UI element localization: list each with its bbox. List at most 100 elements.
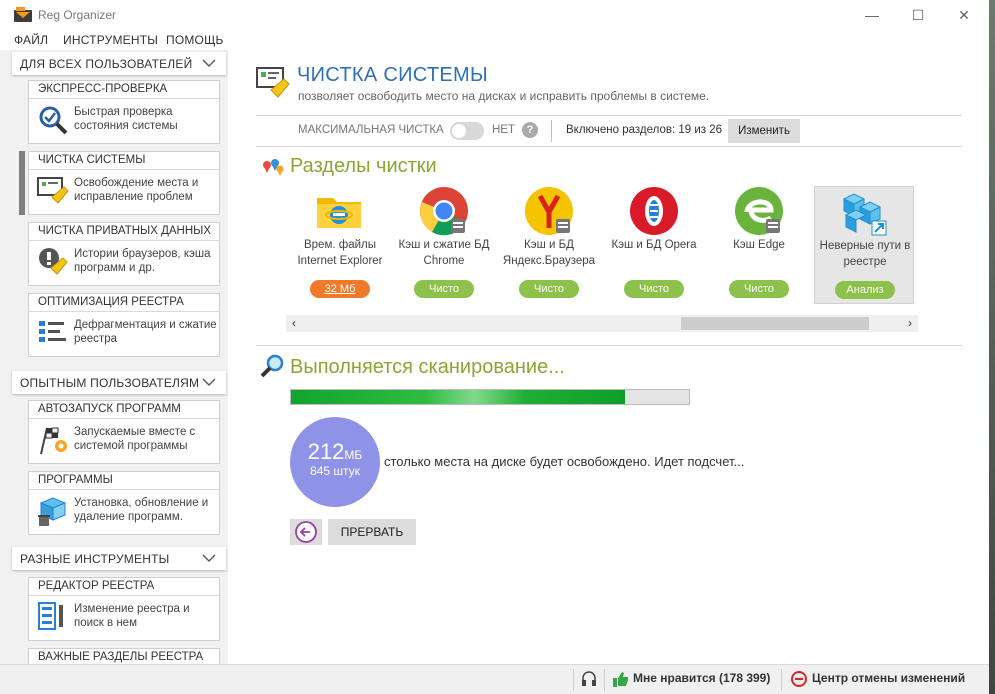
sidebar-item-private-clean[interactable]: ЧИСТКА ПРИВАТНЫХ ДАННЫХ Истории браузеро… xyxy=(28,222,220,286)
scan-progress-fill xyxy=(291,390,626,404)
scroll-right-arrow[interactable]: › xyxy=(902,315,918,332)
status-bar: Мне нравится (178 399) Центр отмены изме… xyxy=(0,664,989,694)
page-subtitle: позволяет освободить место на дисках и и… xyxy=(298,89,710,103)
sidebar-item-title: РЕДАКТОР РЕЕСТРА xyxy=(29,578,219,596)
title-bar: Reg Organizer — ☐ ✕ xyxy=(0,0,989,30)
section-tile-registry-paths[interactable]: Неверные пути в реестре Анализ xyxy=(814,186,914,304)
group-header-label: ДЛЯ ВСЕХ ПОЛЬЗОВАТЕЛЕЙ xyxy=(20,57,193,71)
thumbs-up-icon[interactable] xyxy=(612,670,630,688)
magnifier-check-icon xyxy=(39,106,68,135)
likes-text[interactable]: Мне нравится (178 399) xyxy=(633,671,770,685)
section-tile-edge[interactable]: Кэш Edge Чисто xyxy=(709,186,809,304)
help-icon[interactable]: ? xyxy=(522,122,538,138)
section-tile-yandex[interactable]: Кэш и БД Яндекс.Браузера Чисто xyxy=(499,186,599,304)
group-header-misc-tools[interactable]: РАЗНЫЕ ИНСТРУМЕНТЫ xyxy=(12,547,226,570)
section-tile-opera[interactable]: Кэш и БД Opera Чисто xyxy=(604,186,704,304)
sidebar-item-desc: Дефрагментация и сжатие реестра xyxy=(74,319,217,345)
sections-title: Разделы чистки xyxy=(290,155,437,177)
scan-progress-bar xyxy=(290,389,690,405)
max-clean-toggle[interactable] xyxy=(450,122,484,140)
chevron-down-icon xyxy=(202,554,216,562)
section-status-badge[interactable]: Анализ xyxy=(835,281,895,299)
main-panel: ЧИСТКА СИСТЕМЫ позволяет освободить мест… xyxy=(228,50,989,664)
section-name: Кэш Edge xyxy=(733,239,785,251)
section-status-badge[interactable]: Чисто xyxy=(414,280,474,298)
magnifier-icon xyxy=(260,354,284,378)
chrome-icon xyxy=(420,187,468,236)
group-header-all-users[interactable]: ДЛЯ ВСЕХ ПОЛЬЗОВАТЕЛЕЙ xyxy=(12,52,226,75)
opera-icon xyxy=(630,187,678,235)
back-button[interactable] xyxy=(290,519,322,545)
programs-box-icon xyxy=(38,497,67,526)
scrollbar-thumb[interactable] xyxy=(681,317,869,330)
sidebar-item-system-clean[interactable]: ЧИСТКА СИСТЕМЫ Освобождение места и испр… xyxy=(28,151,220,215)
status-divider xyxy=(781,669,782,691)
sidebar-item-title: ПРОГРАММЫ xyxy=(29,472,219,490)
registry-defrag-icon xyxy=(39,321,66,342)
sidebar-item-registry-editor[interactable]: РЕДАКТОР РЕЕСТРА Изменение реестра и пои… xyxy=(28,577,220,641)
group-header-label: ОПЫТНЫМ ПОЛЬЗОВАТЕЛЯМ xyxy=(20,376,200,390)
section-name: Неверные пути в реестре xyxy=(819,240,911,268)
stop-button[interactable]: ПРЕРВАТЬ xyxy=(328,519,416,545)
minimize-button[interactable]: — xyxy=(849,0,895,30)
sidebar-item-programs[interactable]: ПРОГРАММЫ Установка, обновление и удален… xyxy=(28,471,220,535)
maximize-button[interactable]: ☐ xyxy=(895,0,941,30)
change-sections-button[interactable]: Изменить xyxy=(728,119,800,143)
status-divider xyxy=(573,669,574,691)
section-tile-chrome[interactable]: Кэш и сжатие БД Chrome Чисто xyxy=(394,186,494,304)
close-button[interactable]: ✕ xyxy=(941,0,987,30)
app-window: Reg Organizer — ☐ ✕ ФАЙЛ ИНСТРУМЕНТЫ ПОМ… xyxy=(0,0,989,694)
sidebar: ДЛЯ ВСЕХ ПОЛЬЗОВАТЕЛЕЙ ЭКСПРЕСС-ПРОВЕРКА… xyxy=(0,50,228,664)
privacy-clean-icon xyxy=(39,248,68,275)
freed-space-circle: 212МБ 845 штук xyxy=(290,417,380,507)
undo-center-icon[interactable] xyxy=(790,670,808,688)
window-title: Reg Organizer xyxy=(38,8,117,22)
section-name: Кэш и сжатие БД Chrome xyxy=(398,239,490,267)
sidebar-item-desc: Запускаемые вместе с системой программы xyxy=(74,426,196,452)
sidebar-item-title: ЭКСПРЕСС-ПРОВЕРКА xyxy=(29,81,219,99)
sidebar-item-desc: Быстрая проверка состояния системы xyxy=(74,106,178,132)
section-status-badge[interactable]: Чисто xyxy=(729,280,789,298)
sidebar-item-title: ОПТИМИЗАЦИЯ РЕЕСТРА xyxy=(29,294,219,312)
options-bar: МАКСИМАЛЬНАЯ ЧИСТКА НЕТ ? Включено разде… xyxy=(256,115,962,147)
sidebar-item-express-check[interactable]: ЭКСПРЕСС-ПРОВЕРКА Быстрая проверка состо… xyxy=(28,80,220,144)
sidebar-item-title: ВАЖНЫЕ РАЗДЕЛЫ РЕЕСТРА xyxy=(29,649,219,664)
yandex-browser-icon xyxy=(525,187,573,235)
headset-icon[interactable] xyxy=(580,670,598,688)
chevron-down-icon xyxy=(202,378,216,386)
freed-space-value: 212МБ xyxy=(290,439,380,465)
map-pins-icon xyxy=(263,159,284,176)
ie-temp-folder-icon xyxy=(317,198,361,228)
sidebar-item-title: АВТОЗАПУСК ПРОГРАММ xyxy=(29,401,219,419)
freed-items-count: 845 штук xyxy=(310,464,360,478)
sections-scrollbar[interactable]: ‹ › xyxy=(286,315,918,332)
section-name: Кэш и БД Яндекс.Браузера xyxy=(502,239,596,267)
group-header-advanced-users[interactable]: ОПЫТНЫМ ПОЛЬЗОВАТЕЛЯМ xyxy=(12,371,226,394)
section-divider xyxy=(256,345,962,346)
menu-bar: ФАЙЛ ИНСТРУМЕНТЫ ПОМОЩЬ xyxy=(0,30,989,50)
menu-tools[interactable]: ИНСТРУМЕНТЫ xyxy=(63,33,158,47)
scan-title: Выполняется сканирование... xyxy=(290,356,565,378)
sections-count: Включено разделов: 19 из 26 xyxy=(566,124,723,136)
freed-space-number: 212 xyxy=(307,439,345,464)
section-tile-ie[interactable]: Врем. файлы Internet Explorer 32 Мб xyxy=(290,186,390,304)
section-name: Кэш и БД Opera xyxy=(611,239,697,251)
section-status-badge[interactable]: 32 Мб xyxy=(310,280,370,298)
sidebar-item-title: ЧИСТКА ПРИВАТНЫХ ДАННЫХ xyxy=(29,223,219,241)
options-divider xyxy=(551,120,552,142)
sidebar-item-autorun[interactable]: АВТОЗАПУСК ПРОГРАММ Запускаемые вместе с… xyxy=(28,400,220,464)
reg-organizer-logo-icon xyxy=(14,7,32,22)
edge-icon xyxy=(735,187,783,235)
active-item-indicator xyxy=(19,151,25,215)
section-status-badge[interactable]: Чисто xyxy=(624,280,684,298)
sidebar-item-desc: Истории браузеров, кэша программ и др. xyxy=(74,248,211,274)
section-status-badge[interactable]: Чисто xyxy=(519,280,579,298)
sidebar-item-important-keys[interactable]: ВАЖНЫЕ РАЗДЕЛЫ РЕЕСТРА xyxy=(28,648,220,664)
back-arrow-icon xyxy=(295,521,317,543)
sidebar-item-registry-optimize[interactable]: ОПТИМИЗАЦИЯ РЕЕСТРА Дефрагментация и сжа… xyxy=(28,293,220,357)
menu-help[interactable]: ПОМОЩЬ xyxy=(166,33,224,47)
registry-paths-icon xyxy=(842,193,887,236)
menu-file[interactable]: ФАЙЛ xyxy=(14,33,48,47)
scroll-left-arrow[interactable]: ‹ xyxy=(286,315,302,332)
undo-center-text[interactable]: Центр отмены изменений xyxy=(812,671,965,685)
